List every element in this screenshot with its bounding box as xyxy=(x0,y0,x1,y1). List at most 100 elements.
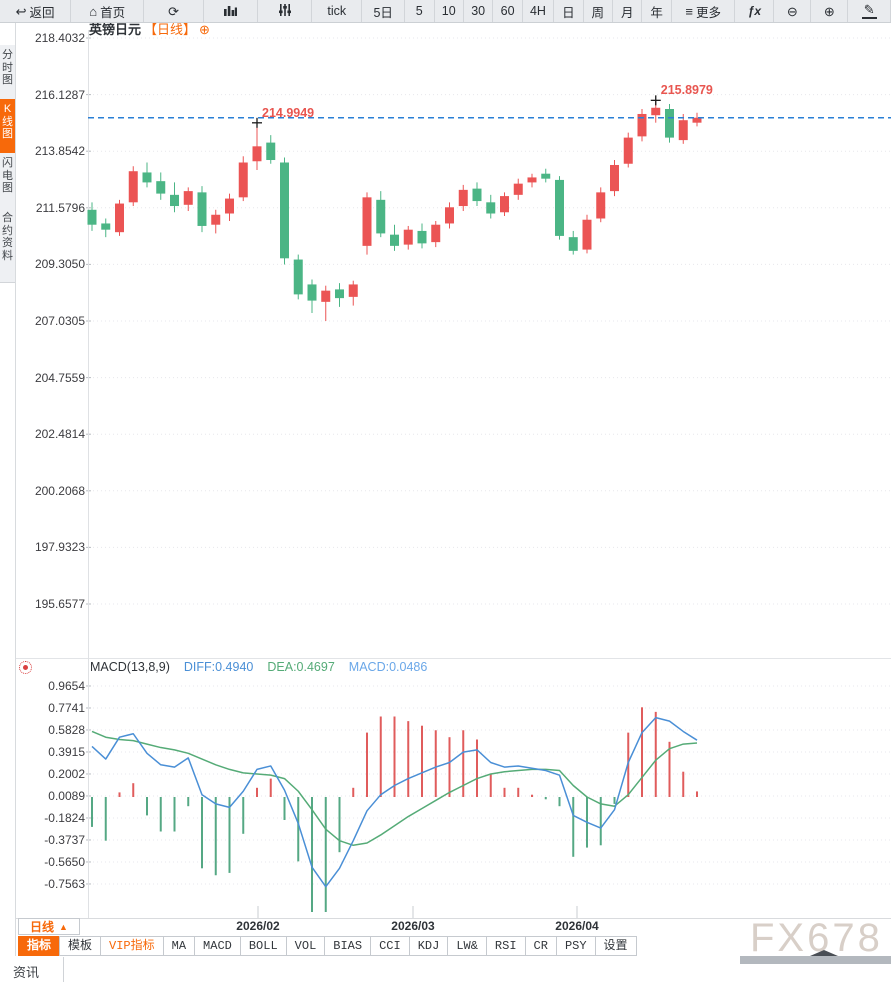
y-axis-label: 0.2002 xyxy=(26,767,85,781)
refresh-icon: ⟳ xyxy=(168,5,179,18)
y-axis-label: 0.9654 xyxy=(26,679,85,693)
tab-RSI[interactable]: RSI xyxy=(486,936,526,956)
toolbar-button-tick[interactable]: tick xyxy=(312,0,362,22)
tab-BIAS[interactable]: BIAS xyxy=(324,936,371,956)
x-axis-date-label: 2026/03 xyxy=(391,919,434,933)
y-axis-label: 0.3915 xyxy=(26,745,85,759)
tab-KDJ[interactable]: KDJ xyxy=(409,936,449,956)
y-axis-label: 209.3050 xyxy=(26,257,85,271)
toolbar-button-label: 日 xyxy=(562,2,575,21)
period-selector[interactable]: 日线 ▲ xyxy=(18,918,80,935)
y-axis-label: 207.0305 xyxy=(26,314,85,328)
news-nav-item[interactable]: 资讯 xyxy=(0,957,64,982)
tab-BOLL[interactable]: BOLL xyxy=(240,936,287,956)
chevron-up-icon: ▲ xyxy=(59,922,68,932)
toolbar-button-label: 4H xyxy=(530,4,546,18)
tab-模板[interactable]: 模板 xyxy=(59,936,101,956)
y-axis-label: 216.1287 xyxy=(26,88,85,102)
chart-canvas[interactable] xyxy=(0,0,891,977)
horizontal-scrollbar[interactable] xyxy=(740,956,891,964)
period-selector-label: 日线 xyxy=(30,918,54,935)
macd-header: MACD(13,8,9) DIFF:0.4940 DEA:0.4697 MACD… xyxy=(90,660,427,674)
toolbar-button-refresh-icon[interactable]: ⟳ xyxy=(144,0,204,22)
tab-MA[interactable]: MA xyxy=(163,936,195,956)
toolbar-button-zoom-out-icon[interactable]: ⊖ xyxy=(774,0,811,22)
y-axis-label: 0.5828 xyxy=(26,723,85,737)
scroll-arrow-icon[interactable] xyxy=(810,950,838,956)
toolbar-button-zoom-in-icon[interactable]: ⊕ xyxy=(811,0,848,22)
toolbar-button-5日[interactable]: 5日 xyxy=(362,0,405,22)
toolbar-button-月[interactable]: 月 xyxy=(613,0,642,22)
macd-target-icon[interactable] xyxy=(19,661,32,674)
toolbar-button-bar-chart-icon[interactable] xyxy=(204,0,258,22)
toolbar-button-fx-icon[interactable]: ƒx xyxy=(735,0,774,22)
toolbar-button-label: 5 xyxy=(416,4,423,18)
macd-diff-value: DIFF:0.4940 xyxy=(184,660,253,674)
home-icon: ⌂ xyxy=(89,5,97,18)
period-tag: 【日线】 xyxy=(144,22,196,37)
macd-params-label: MACD(13,8,9) xyxy=(90,660,170,674)
top-toolbar: ↩返回⌂首页⟳tick5日51030604H日周月年≡更多ƒx⊖⊕✎ xyxy=(0,0,891,23)
tab-设置[interactable]: 设置 xyxy=(595,936,637,956)
price-annotation: 215.8979 xyxy=(661,83,713,97)
y-axis-label: -0.7563 xyxy=(26,877,85,891)
toolbar-button-4H[interactable]: 4H xyxy=(523,0,554,22)
y-axis-label: 0.0089 xyxy=(26,789,85,803)
draw-icon: ✎ xyxy=(862,3,877,19)
tab-VIP指标[interactable]: VIP指标 xyxy=(100,936,164,956)
toolbar-button-10[interactable]: 10 xyxy=(435,0,464,22)
tab-指标[interactable]: 指标 xyxy=(18,936,60,956)
add-symbol-icon[interactable]: ⊕ xyxy=(199,22,210,37)
toolbar-button-label: 周 xyxy=(592,2,605,21)
y-axis-label: -0.5650 xyxy=(26,855,85,869)
tab-MACD[interactable]: MACD xyxy=(194,936,241,956)
toolbar-button-更多[interactable]: ≡更多 xyxy=(672,0,736,22)
back-icon: ↩ xyxy=(16,5,27,18)
left-sidebar: 分 时 图K 线 图闪 电 图合 约 资 料 xyxy=(0,22,16,956)
toolbar-button-5[interactable]: 5 xyxy=(405,0,434,22)
price-annotation: 214.9949 xyxy=(262,106,314,120)
toolbar-button-label: 年 xyxy=(650,2,663,21)
tab-CR[interactable]: CR xyxy=(525,936,557,956)
tab-CCI[interactable]: CCI xyxy=(370,936,410,956)
toolbar-button-首页[interactable]: ⌂首页 xyxy=(71,0,144,22)
y-axis-label: 200.2068 xyxy=(26,484,85,498)
toolbar-button-label: 5日 xyxy=(373,2,392,21)
toolbar-button-60[interactable]: 60 xyxy=(493,0,522,22)
x-axis-date-label: 2026/02 xyxy=(236,919,279,933)
x-axis-date-label: 2026/04 xyxy=(555,919,598,933)
bar-chart-icon xyxy=(224,4,237,18)
y-axis-label: -0.1824 xyxy=(26,811,85,825)
fx-icon: ƒx xyxy=(748,4,761,18)
toolbar-button-label: 月 xyxy=(621,2,634,21)
toolbar-button-label: 更多 xyxy=(696,2,721,21)
toolbar-button-周[interactable]: 周 xyxy=(584,0,613,22)
toolbar-button-返回[interactable]: ↩返回 xyxy=(0,0,71,22)
y-axis-label: 0.7741 xyxy=(26,701,85,715)
y-axis-label: 211.5796 xyxy=(26,201,85,215)
toolbar-button-draw-icon[interactable]: ✎ xyxy=(848,0,891,22)
toolbar-button-sliders-icon[interactable] xyxy=(258,0,312,22)
sidebar-item-K线图[interactable]: K 线 图 xyxy=(0,99,15,157)
toolbar-button-日[interactable]: 日 xyxy=(554,0,583,22)
toolbar-button-年[interactable]: 年 xyxy=(642,0,671,22)
tab-LW&[interactable]: LW& xyxy=(447,936,487,956)
zoom-out-icon: ⊖ xyxy=(787,5,798,18)
y-axis-label: 202.4814 xyxy=(26,427,85,441)
y-axis-label: 218.4032 xyxy=(26,31,85,45)
news-nav-label: 资讯 xyxy=(13,965,39,980)
sidebar-item-分时图[interactable]: 分 时 图 xyxy=(0,45,15,103)
indicator-tabbar: 指标模板VIP指标MAMACDBOLLVOLBIASCCIKDJLW&RSICR… xyxy=(18,936,636,956)
toolbar-button-label: tick xyxy=(327,4,346,18)
toolbar-button-label: 30 xyxy=(471,4,485,18)
toolbar-button-30[interactable]: 30 xyxy=(464,0,493,22)
sliders-icon xyxy=(279,4,291,18)
sidebar-item-闪电图[interactable]: 闪 电 图 xyxy=(0,153,15,211)
tab-PSY[interactable]: PSY xyxy=(556,936,596,956)
y-axis-label: 197.9323 xyxy=(26,540,85,554)
sidebar-item-合约资料[interactable]: 合 约 资 料 xyxy=(0,208,15,283)
tab-VOL[interactable]: VOL xyxy=(286,936,326,956)
y-axis-label: 213.8542 xyxy=(26,144,85,158)
macd-macd-value: MACD:0.0486 xyxy=(349,660,428,674)
toolbar-button-label: 返回 xyxy=(30,2,55,21)
